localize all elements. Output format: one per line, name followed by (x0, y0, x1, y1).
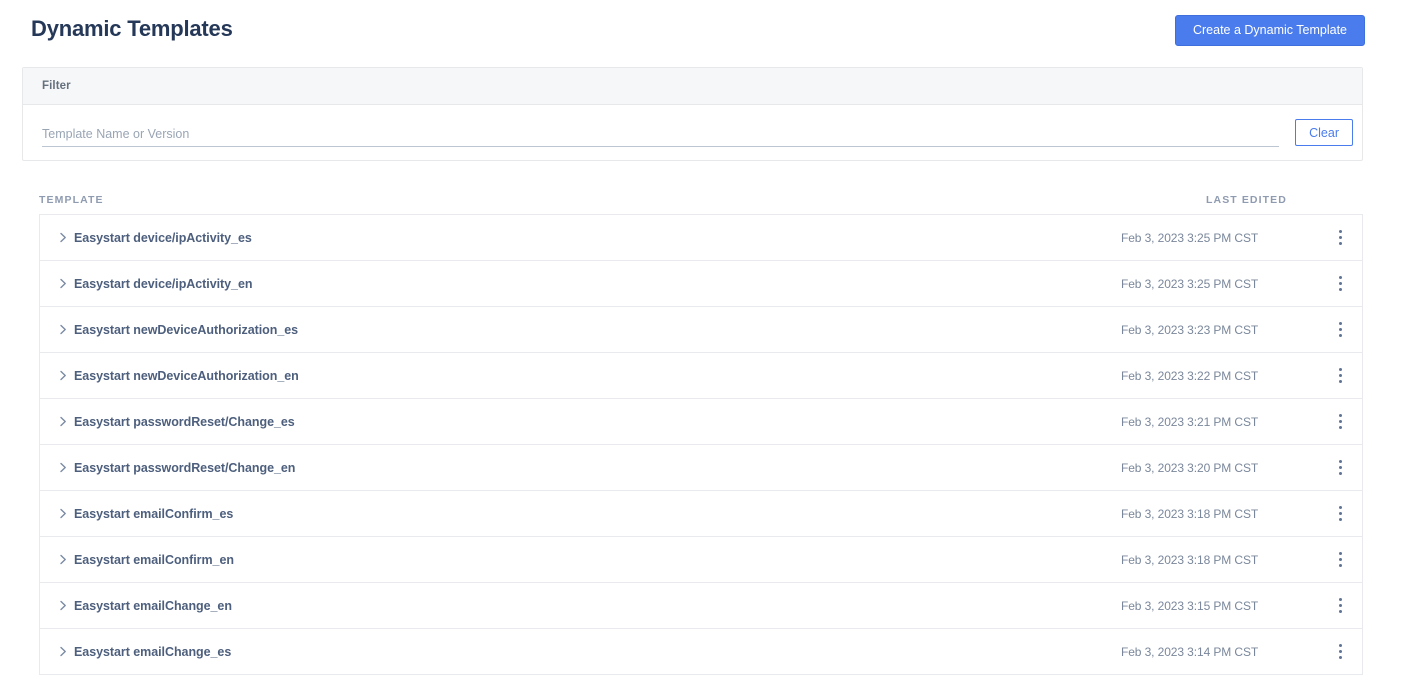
kebab-menu-icon[interactable] (1318, 230, 1362, 245)
template-search-input[interactable] (42, 126, 1280, 146)
template-name[interactable]: Easystart device/ipActivity_en (74, 277, 1121, 291)
filter-card-body: Clear (23, 105, 1362, 160)
kebab-menu-icon[interactable] (1318, 644, 1362, 659)
template-name[interactable]: Easystart device/ipActivity_es (74, 231, 1121, 245)
template-name[interactable]: Easystart passwordReset/Change_es (74, 415, 1121, 429)
kebab-menu-icon[interactable] (1318, 322, 1362, 337)
template-last-edited: Feb 3, 2023 3:15 PM CST (1121, 598, 1259, 613)
chevron-right-icon[interactable] (52, 554, 74, 565)
page-header: Dynamic Templates Create a Dynamic Templ… (0, 0, 1410, 62)
filter-label: Filter (42, 80, 71, 92)
table-row[interactable]: Easystart emailConfirm_en Feb 3, 2023 3:1… (40, 537, 1362, 583)
template-last-edited: Feb 3, 2023 3:25 PM CST (1121, 276, 1259, 291)
dynamic-templates-page: Dynamic Templates Create a Dynamic Templ… (0, 0, 1410, 683)
column-header-template: TEMPLATE (39, 194, 104, 206)
template-last-edited: Feb 3, 2023 3:22 PM CST (1121, 368, 1259, 383)
chevron-right-icon[interactable] (52, 232, 74, 243)
template-name[interactable]: Easystart newDeviceAuthorization_en (74, 369, 1121, 383)
kebab-menu-icon[interactable] (1318, 506, 1362, 521)
chevron-right-icon[interactable] (52, 508, 74, 519)
filter-input-wrapper (42, 119, 1280, 147)
template-last-edited: Feb 3, 2023 3:18 PM CST (1121, 506, 1259, 521)
table-header-row: TEMPLATE LAST EDITED (0, 186, 1410, 214)
template-last-edited: Feb 3, 2023 3:21 PM CST (1121, 414, 1259, 429)
kebab-menu-icon[interactable] (1318, 552, 1362, 567)
table-row[interactable]: Easystart newDeviceAuthorization_en Feb 3… (40, 353, 1362, 399)
table-row[interactable]: Easystart device/ipActivity_en Feb 3, 202… (40, 261, 1362, 307)
filter-card: Filter Clear (22, 67, 1363, 161)
template-name[interactable]: Easystart emailConfirm_en (74, 553, 1121, 567)
template-last-edited: Feb 3, 2023 3:20 PM CST (1121, 460, 1259, 475)
template-last-edited: Feb 3, 2023 3:23 PM CST (1121, 322, 1259, 337)
chevron-right-icon[interactable] (52, 462, 74, 473)
table-body: Easystart device/ipActivity_es Feb 3, 202… (39, 214, 1363, 675)
chevron-right-icon[interactable] (52, 646, 74, 657)
table-row[interactable]: Easystart passwordReset/Change_es Feb 3, … (40, 399, 1362, 445)
filter-card-header: Filter (23, 68, 1362, 105)
table-row[interactable]: Easystart emailChange_en Feb 3, 2023 3:15… (40, 583, 1362, 629)
chevron-right-icon[interactable] (52, 416, 74, 427)
chevron-right-icon[interactable] (52, 278, 74, 289)
kebab-menu-icon[interactable] (1318, 414, 1362, 429)
kebab-menu-icon[interactable] (1318, 460, 1362, 475)
table-row[interactable]: Easystart passwordReset/Change_en Feb 3, … (40, 445, 1362, 491)
template-name[interactable]: Easystart emailConfirm_es (74, 507, 1121, 521)
template-name[interactable]: Easystart passwordReset/Change_en (74, 461, 1121, 475)
page-title: Dynamic Templates (31, 16, 233, 41)
template-last-edited: Feb 3, 2023 3:14 PM CST (1121, 644, 1259, 659)
chevron-right-icon[interactable] (52, 370, 74, 381)
table-row[interactable]: Easystart emailChange_es Feb 3, 2023 3:14… (40, 629, 1362, 675)
template-name[interactable]: Easystart emailChange_en (74, 599, 1121, 613)
clear-filter-button[interactable]: Clear (1295, 119, 1353, 146)
template-last-edited: Feb 3, 2023 3:25 PM CST (1121, 230, 1259, 245)
template-last-edited: Feb 3, 2023 3:18 PM CST (1121, 552, 1259, 567)
kebab-menu-icon[interactable] (1318, 368, 1362, 383)
create-dynamic-template-button[interactable]: Create a Dynamic Template (1174, 14, 1365, 46)
column-header-last-edited: LAST EDITED (1206, 194, 1287, 206)
chevron-right-icon[interactable] (52, 600, 74, 611)
template-name[interactable]: Easystart newDeviceAuthorization_es (74, 323, 1121, 337)
chevron-right-icon[interactable] (52, 324, 74, 335)
kebab-menu-icon[interactable] (1318, 276, 1362, 291)
kebab-menu-icon[interactable] (1318, 598, 1362, 613)
table-row[interactable]: Easystart newDeviceAuthorization_es Feb 3… (40, 307, 1362, 353)
table-row[interactable]: Easystart emailConfirm_es Feb 3, 2023 3:1… (40, 491, 1362, 537)
table-row[interactable]: Easystart device/ipActivity_es Feb 3, 202… (40, 215, 1362, 261)
templates-table: TEMPLATE LAST EDITED Easystart device/ip… (0, 186, 1410, 675)
template-name[interactable]: Easystart emailChange_es (74, 645, 1121, 659)
